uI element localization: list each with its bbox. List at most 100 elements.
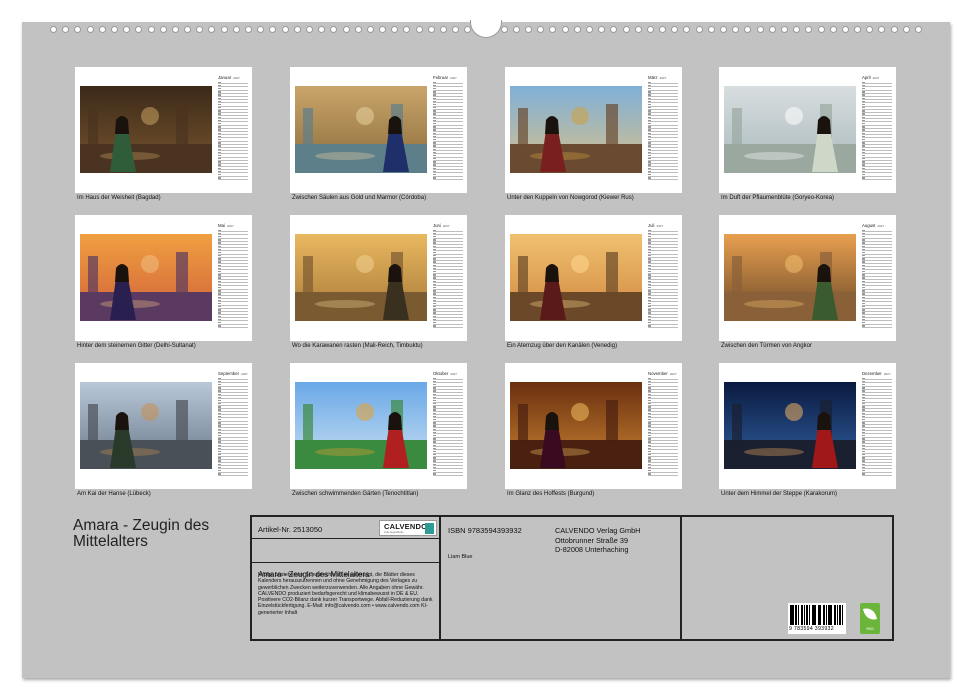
binding-hole [123,26,131,33]
month-year: 2027 [442,224,450,228]
info-column-publisher: ISBN 9783594393932 Liam Blue CALVENDO Ve… [441,517,682,639]
month-photo [295,382,427,469]
month-year: 2027 [450,372,457,376]
month-card: Januar 2027 Im Haus der Weisheit (Bagdad) [75,67,252,201]
month-year: 2027 [241,372,248,376]
binding-hole [610,26,618,33]
month-label: Dezember [862,371,882,376]
binding-hole [902,26,910,33]
binding-hole [841,26,849,33]
month-label: September [218,371,240,376]
month-caption: Zwischen Säulen aus Gold und Marmor (Cór… [292,195,427,201]
month-year: 2027 [872,76,880,80]
binding-hole [720,26,727,33]
eco-label: eco [866,626,874,631]
barcode-bar [839,605,841,625]
name-row: Amara - Zeugin des Mittelalters [252,539,439,579]
barcode-bar [797,605,800,625]
logo-text: CALVENDO [384,522,428,531]
binding-hole [768,26,776,33]
month-label: Juni [433,223,441,228]
month-year: 2027 [450,76,457,80]
binding-hole [659,26,667,33]
binding-hole [366,26,374,33]
month-caption: Hinter dem steinernen Gitter (Delhi-Sult… [77,343,196,349]
day-lines [648,81,678,180]
month-label: April [862,75,871,80]
month-name: Juni 2027 [433,223,450,228]
author: Liam Blue [448,554,473,560]
barcode-bar [820,605,822,625]
binding-hole [440,26,447,33]
binding-hole [646,26,654,33]
binding-hole [269,26,277,33]
month-card: Juli 2027 Ein Atemzug über den Kanälen (Ve… [505,215,682,349]
barcode-bar [830,605,833,625]
binding-hole [854,26,862,33]
barcode-bar [836,605,838,625]
day-line [433,473,463,476]
month-card: Juni 2027 Wo die Karawanen rasten (Mali-Re… [290,215,467,349]
month-year: 2027 [656,224,664,228]
barcode-bar [812,605,814,625]
day-lines [433,229,463,328]
publisher-city: D-82008 Unterhaching [555,545,629,554]
barcode-bars [790,605,844,625]
month-label: November [648,371,668,376]
day-lines [218,81,248,180]
binding-hole [135,26,143,33]
calendar-title: Amara - Zeugin des Mittelalters [73,517,210,550]
month-year: 2027 [883,372,891,376]
month-caption: Im Duft der Pflaumenblüte (Goryeo-Korea) [721,195,835,201]
leaf-icon [862,605,878,623]
binding-hole [671,26,679,33]
month-photo [724,234,856,321]
binding-hole [330,26,338,33]
publisher-name: CALVENDO Verlag GmbH [555,526,641,535]
barcode-bar [803,605,805,625]
binding-hole [890,26,898,33]
month-caption: Zwischen schwimmenden Gärten (Tenochtitl… [292,491,419,497]
barcode-bar [823,605,825,625]
day-lines [648,377,678,476]
barcode-bar [790,605,792,625]
month-name: Dezember 2027 [862,371,891,376]
month-caption: Am Kai der Hanse (Lübeck) [77,491,151,497]
binding-hole [171,26,179,33]
binding-hole [598,26,606,33]
binding-hole [391,26,399,33]
binding-hole [512,26,520,33]
binding-hole [744,26,752,33]
binding-hole [245,26,252,33]
binding-hole [756,26,764,33]
binding-hole [281,26,289,33]
day-line [648,473,678,476]
month-caption: Im Glanz des Hoffests (Burgund) [507,491,595,497]
month-name: Juli 2027 [648,223,663,228]
month-photo [724,86,856,173]
month-label: Juli [648,223,655,228]
binding-hole [159,26,167,33]
binding-hole [232,26,240,33]
binding-hole [342,26,350,33]
article-number: Artikel-Nr. 2513050 [258,525,323,534]
binding-hole [62,26,70,33]
binding-hole [585,26,593,33]
day-line [862,177,892,180]
barcode-bar [818,605,820,625]
calendar-board: Januar 2027 Im Haus der Weisheit (Bagdad) F… [22,20,950,678]
day-line [862,473,892,476]
month-card: Oktober 2027 Zwischen schwimmenden Gärten … [290,363,467,497]
month-year: 2027 [226,224,234,228]
month-caption: Im Haus der Weisheit (Bagdad) [77,195,161,201]
publisher-address: CALVENDO Verlag GmbH Ottobrunner Straße … [555,526,640,555]
month-caption: Wo die Karawanen rasten (Mali-Reich, Tim… [292,343,423,349]
calendar-overview-page: Januar 2027 Im Haus der Weisheit (Bagdad) F… [0,0,971,700]
day-line [862,325,892,328]
month-photo [724,382,856,469]
barcode-bar [841,605,843,625]
barcode-bar [814,605,817,625]
month-caption: Unter dem Himmel der Steppe (Karakorum) [721,491,838,497]
month-year: 2027 [877,224,885,228]
binding-hole [683,26,691,33]
